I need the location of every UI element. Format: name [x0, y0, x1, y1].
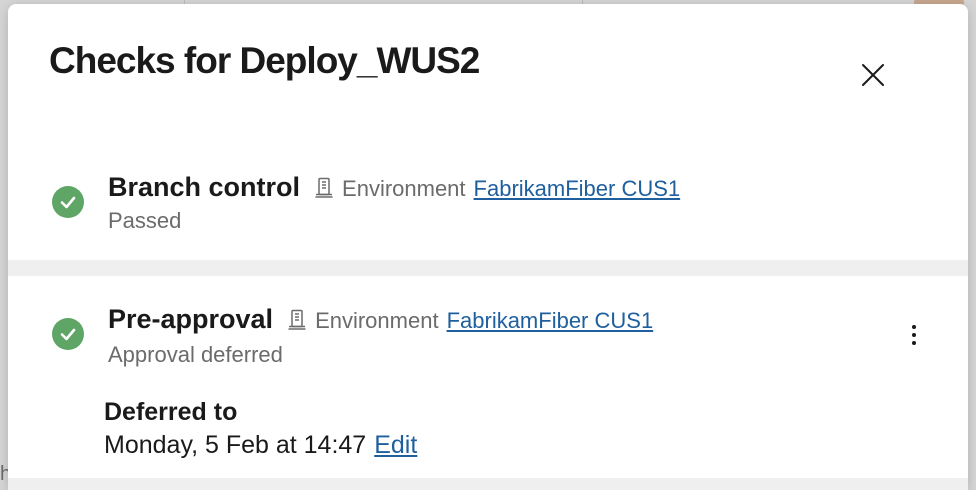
- section-divider: [8, 478, 968, 490]
- dialog-title: Checks for Deploy_WUS2: [49, 40, 480, 81]
- more-vertical-icon-dot: [912, 341, 916, 345]
- more-vertical-icon: [912, 325, 916, 329]
- section-divider: [8, 260, 968, 276]
- resource-type-label: Environment: [342, 176, 466, 201]
- more-vertical-icon-dot: [912, 333, 916, 337]
- deferred-label: Deferred to: [104, 398, 238, 426]
- close-icon: [862, 64, 884, 86]
- deferred-value: Monday, 5 Feb at 14:47: [104, 431, 367, 459]
- environment-link[interactable]: FabrikamFiber CUS1: [474, 176, 681, 202]
- more-actions-button[interactable]: [900, 320, 928, 350]
- check-name: Pre-approval: [108, 304, 274, 334]
- check-item-pre-approval: Pre-approval Environment FabrikamFiber C…: [8, 276, 968, 476]
- check-circle-icon: [52, 318, 84, 350]
- checks-dialog: Checks for Deploy_WUS2 Branch control En…: [8, 4, 968, 490]
- check-status: Passed: [108, 208, 182, 233]
- environment-icon: [287, 309, 307, 336]
- check-header: Branch control Environment FabrikamFiber…: [108, 172, 680, 203]
- close-button[interactable]: [858, 60, 888, 90]
- edit-link[interactable]: Edit: [374, 431, 417, 459]
- check-header: Pre-approval Environment FabrikamFiber C…: [108, 304, 653, 335]
- check-status: Approval deferred: [108, 342, 283, 367]
- check-item-branch-control: Branch control Environment FabrikamFiber…: [8, 152, 968, 260]
- environment-icon: [314, 177, 334, 204]
- environment-link[interactable]: FabrikamFiber CUS1: [447, 308, 654, 334]
- check-name: Branch control: [108, 172, 301, 202]
- deferred-row: Monday, 5 Feb at 14:47 Edit: [104, 431, 417, 460]
- check-circle-icon: [52, 186, 84, 218]
- resource-type-label: Environment: [315, 308, 439, 333]
